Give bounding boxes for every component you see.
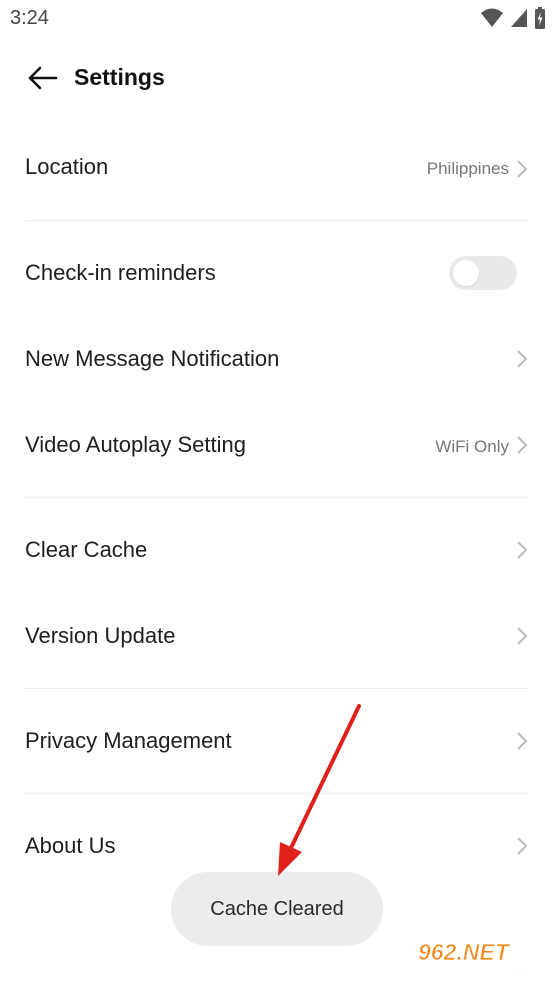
setting-row-new-message[interactable]: New Message Notification bbox=[0, 330, 554, 388]
setting-label-new-message: New Message Notification bbox=[25, 346, 280, 371]
arrow-left-icon bbox=[28, 66, 58, 90]
status-time: 3:24 bbox=[10, 7, 49, 29]
toast-text: Cache Cleared bbox=[210, 897, 344, 920]
battery-icon bbox=[535, 7, 545, 29]
setting-label-video-autoplay: Video Autoplay Setting bbox=[25, 432, 246, 457]
setting-label-clear-cache: Clear Cache bbox=[25, 537, 148, 562]
watermark-logo: 962.NET 乐游网 bbox=[418, 939, 528, 980]
status-icons bbox=[480, 6, 546, 30]
setting-row-clear-cache[interactable]: Clear Cache bbox=[0, 521, 554, 579]
toggle-knob bbox=[453, 260, 479, 286]
divider bbox=[25, 497, 529, 498]
setting-label-about: About Us bbox=[25, 833, 116, 858]
app-header: Settings bbox=[0, 50, 554, 106]
chevron-right-icon bbox=[517, 627, 528, 645]
setting-label-location: Location bbox=[25, 154, 109, 179]
setting-value-location: Philippines bbox=[426, 159, 509, 178]
setting-row-version-update[interactable]: Version Update bbox=[0, 607, 554, 665]
chevron-right-icon bbox=[517, 541, 528, 559]
divider bbox=[25, 688, 529, 689]
chevron-right-icon bbox=[517, 837, 528, 855]
setting-label-privacy: Privacy Management bbox=[25, 728, 232, 753]
divider bbox=[25, 220, 529, 221]
status-bar: 3:24 bbox=[0, 0, 554, 38]
signal-icon bbox=[511, 9, 527, 27]
setting-row-video-autoplay[interactable]: Video Autoplay Setting WiFi Only bbox=[0, 416, 554, 474]
chevron-right-icon bbox=[517, 436, 528, 454]
chevron-right-icon bbox=[517, 160, 528, 178]
setting-label-version-update: Version Update bbox=[25, 623, 176, 648]
chevron-right-icon bbox=[517, 350, 528, 368]
checkin-toggle[interactable] bbox=[449, 256, 517, 290]
divider bbox=[25, 793, 529, 794]
setting-row-privacy[interactable]: Privacy Management bbox=[0, 712, 554, 770]
setting-row-about[interactable]: About Us bbox=[0, 817, 554, 875]
setting-row-location[interactable]: Location Philippines bbox=[0, 140, 554, 198]
page-title: Settings bbox=[74, 64, 165, 90]
wifi-icon bbox=[481, 8, 503, 27]
watermark-text: 962.NET bbox=[418, 939, 511, 965]
chevron-right-icon bbox=[517, 732, 528, 750]
toast-message: Cache Cleared bbox=[171, 872, 383, 946]
setting-row-checkin: Check-in reminders bbox=[0, 244, 554, 302]
setting-value-video-autoplay: WiFi Only bbox=[435, 437, 509, 456]
setting-label-checkin: Check-in reminders bbox=[25, 260, 216, 285]
back-button[interactable] bbox=[24, 62, 60, 94]
watermark-subtext: 乐游网 bbox=[488, 965, 527, 980]
